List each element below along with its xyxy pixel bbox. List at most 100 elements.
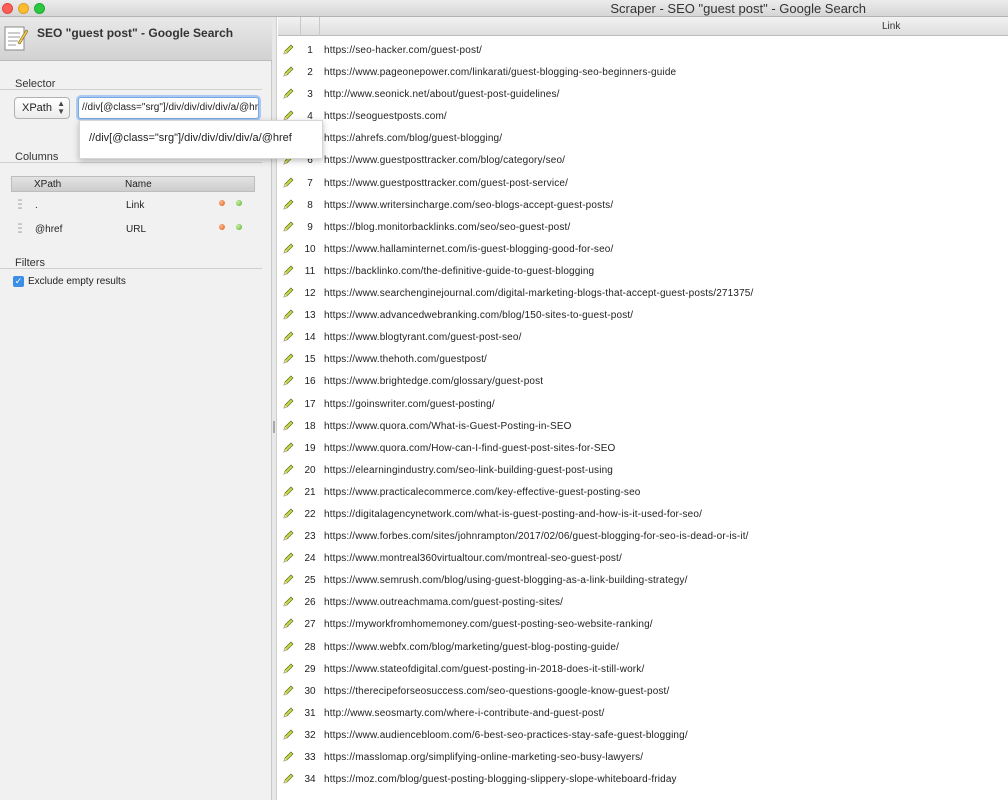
drag-handle-icon[interactable]	[18, 199, 22, 209]
column-name[interactable]: Link	[126, 200, 144, 211]
pencil-edit-icon[interactable]	[282, 221, 294, 233]
link-cell[interactable]: https://therecipeforseosuccess.com/seo-q…	[324, 686, 669, 697]
index-column-header[interactable]	[301, 17, 320, 36]
table-row[interactable]: 2 https://www.pageonepower.com/linkarati/…	[278, 63, 1008, 85]
column-name[interactable]: URL	[126, 224, 146, 235]
xpath-input[interactable]: //div[@class="srg"]/div/div/div/div/a/@h…	[78, 97, 259, 119]
pencil-edit-icon[interactable]	[282, 530, 294, 542]
link-cell[interactable]: https://www.semrush.com/blog/using-guest…	[324, 575, 688, 586]
link-cell[interactable]: https://ahrefs.com/blog/guest-blogging/	[324, 133, 502, 144]
pencil-edit-icon[interactable]	[282, 574, 294, 586]
table-row[interactable]: 31 http://www.seosmarty.com/where-i-contr…	[278, 704, 1008, 726]
link-cell[interactable]: https://www.guestposttracker.com/guest-p…	[324, 178, 568, 189]
pencil-edit-icon[interactable]	[282, 44, 294, 56]
link-cell[interactable]: https://www.pageonepower.com/linkarati/g…	[324, 67, 676, 78]
add-column-icon[interactable]	[236, 224, 242, 230]
link-cell[interactable]: https://www.stateofdigital.com/guest-pos…	[324, 664, 644, 675]
link-cell[interactable]: https://www.hallaminternet.com/is-guest-…	[324, 244, 613, 255]
link-cell[interactable]: https://www.blogtyrant.com/guest-post-se…	[324, 332, 522, 343]
edit-column-header[interactable]	[278, 17, 301, 36]
pencil-edit-icon[interactable]	[282, 641, 294, 653]
pencil-edit-icon[interactable]	[282, 729, 294, 741]
pencil-edit-icon[interactable]	[282, 685, 294, 697]
pencil-edit-icon[interactable]	[282, 375, 294, 387]
remove-column-icon[interactable]	[219, 224, 225, 230]
pencil-edit-icon[interactable]	[282, 287, 294, 299]
pencil-edit-icon[interactable]	[282, 177, 294, 189]
link-column-header[interactable]: Link	[882, 21, 900, 32]
link-cell[interactable]: https://www.quora.com/What-is-Guest-Post…	[324, 421, 572, 432]
zoom-window-button[interactable]	[34, 3, 45, 14]
table-row[interactable]: 3 http://www.seonick.net/about/guest-post…	[278, 85, 1008, 107]
link-cell[interactable]: https://elearningindustry.com/seo-link-b…	[324, 465, 613, 476]
link-cell[interactable]: https://www.forbes.com/sites/johnrampton…	[324, 531, 749, 542]
pencil-edit-icon[interactable]	[282, 707, 294, 719]
link-cell[interactable]: https://moz.com/blog/guest-posting-blogg…	[324, 774, 677, 785]
pencil-edit-icon[interactable]	[282, 596, 294, 608]
minimize-window-button[interactable]	[18, 3, 29, 14]
table-row[interactable]: 10 https://www.hallaminternet.com/is-gues…	[278, 240, 1008, 262]
table-row[interactable]: 21 https://www.practicalecommerce.com/key…	[278, 483, 1008, 505]
pencil-edit-icon[interactable]	[282, 486, 294, 498]
column-xpath[interactable]: .	[35, 200, 38, 211]
table-row[interactable]: 12 https://www.searchenginejournal.com/di…	[278, 284, 1008, 306]
pencil-edit-icon[interactable]	[282, 618, 294, 630]
link-cell[interactable]: https://masslomap.org/simplifying-online…	[324, 752, 643, 763]
splitter-handle[interactable]	[273, 421, 275, 433]
add-column-icon[interactable]	[236, 200, 242, 206]
pencil-edit-icon[interactable]	[282, 309, 294, 321]
column-row[interactable]: @href URL	[11, 216, 255, 240]
table-row[interactable]: 4 https://seoguestposts.com/	[278, 107, 1008, 129]
remove-column-icon[interactable]	[219, 200, 225, 206]
pencil-edit-icon[interactable]	[282, 88, 294, 100]
pencil-edit-icon[interactable]	[282, 552, 294, 564]
table-row[interactable]: 5https://ahrefs.com/blog/guest-blogging/	[278, 129, 1008, 151]
pencil-edit-icon[interactable]	[282, 508, 294, 520]
table-row[interactable]: 9 https://blog.monitorbacklinks.com/seo/s…	[278, 218, 1008, 240]
table-row[interactable]: 30 https://therecipeforseosuccess.com/seo…	[278, 682, 1008, 704]
table-row[interactable]: 7 https://www.guestposttracker.com/guest-…	[278, 174, 1008, 196]
pencil-edit-icon[interactable]	[282, 265, 294, 277]
table-row[interactable]: 20 https://elearningindustry.com/seo-link…	[278, 461, 1008, 483]
exclude-empty-label[interactable]: Exclude empty results	[28, 276, 126, 287]
link-cell[interactable]: https://www.practicalecommerce.com/key-e…	[324, 487, 641, 498]
selector-type-dropdown[interactable]: XPath ▲ ▼	[14, 97, 70, 119]
table-row[interactable]: 13 https://www.advancedwebranking.com/blo…	[278, 306, 1008, 328]
column-row[interactable]: . Link	[11, 192, 255, 216]
table-row[interactable]: 16 https://www.brightedge.com/glossary/gu…	[278, 372, 1008, 394]
table-row[interactable]: 17 https://goinswriter.com/guest-posting/	[278, 395, 1008, 417]
pencil-edit-icon[interactable]	[282, 331, 294, 343]
table-row[interactable]: 22 https://digitalagencynetwork.com/what-…	[278, 505, 1008, 527]
table-row[interactable]: 28 https://www.webfx.com/blog/marketing/g…	[278, 638, 1008, 660]
link-cell[interactable]: https://www.audiencebloom.com/6-best-seo…	[324, 730, 688, 741]
pencil-edit-icon[interactable]	[282, 199, 294, 211]
link-cell[interactable]: https://seoguestposts.com/	[324, 111, 447, 122]
table-row[interactable]: 18 https://www.quora.com/What-is-Guest-Po…	[278, 417, 1008, 439]
link-cell[interactable]: https://www.montreal360virtualtour.com/m…	[324, 553, 622, 564]
pencil-edit-icon[interactable]	[282, 243, 294, 255]
link-cell[interactable]: https://goinswriter.com/guest-posting/	[324, 399, 495, 410]
pencil-edit-icon[interactable]	[282, 398, 294, 410]
table-row[interactable]: 11 https://backlinko.com/the-definitive-g…	[278, 262, 1008, 284]
table-row[interactable]: 33 https://masslomap.org/simplifying-onli…	[278, 748, 1008, 770]
link-cell[interactable]: https://myworkfromhomemoney.com/guest-po…	[324, 619, 653, 630]
table-row[interactable]: 32 https://www.audiencebloom.com/6-best-s…	[278, 726, 1008, 748]
link-cell[interactable]: https://www.outreachmama.com/guest-posti…	[324, 597, 563, 608]
xpath-column-header[interactable]: XPath	[34, 179, 61, 190]
column-xpath[interactable]: @href	[35, 224, 62, 235]
link-cell[interactable]: https://www.searchenginejournal.com/digi…	[324, 288, 753, 299]
table-row[interactable]: 27 https://myworkfromhomemoney.com/guest-…	[278, 615, 1008, 637]
link-cell[interactable]: https://www.advancedwebranking.com/blog/…	[324, 310, 633, 321]
pencil-edit-icon[interactable]	[282, 464, 294, 476]
table-row[interactable]: 19 https://www.quora.com/How-can-I-find-g…	[278, 439, 1008, 461]
drag-handle-icon[interactable]	[18, 223, 22, 233]
pencil-edit-icon[interactable]	[282, 420, 294, 432]
table-row[interactable]: 14 https://www.blogtyrant.com/guest-post-…	[278, 328, 1008, 350]
table-row[interactable]: 23 https://www.forbes.com/sites/johnrampt…	[278, 527, 1008, 549]
autocomplete-suggestion[interactable]: //div[@class="srg"]/div/div/div/div/a/@h…	[79, 120, 323, 159]
pencil-edit-icon[interactable]	[282, 773, 294, 785]
table-row[interactable]: 25 https://www.semrush.com/blog/using-gue…	[278, 571, 1008, 593]
link-cell[interactable]: https://www.brightedge.com/glossary/gues…	[324, 376, 543, 387]
link-cell[interactable]: https://backlinko.com/the-definitive-gui…	[324, 266, 594, 277]
pencil-edit-icon[interactable]	[282, 442, 294, 454]
